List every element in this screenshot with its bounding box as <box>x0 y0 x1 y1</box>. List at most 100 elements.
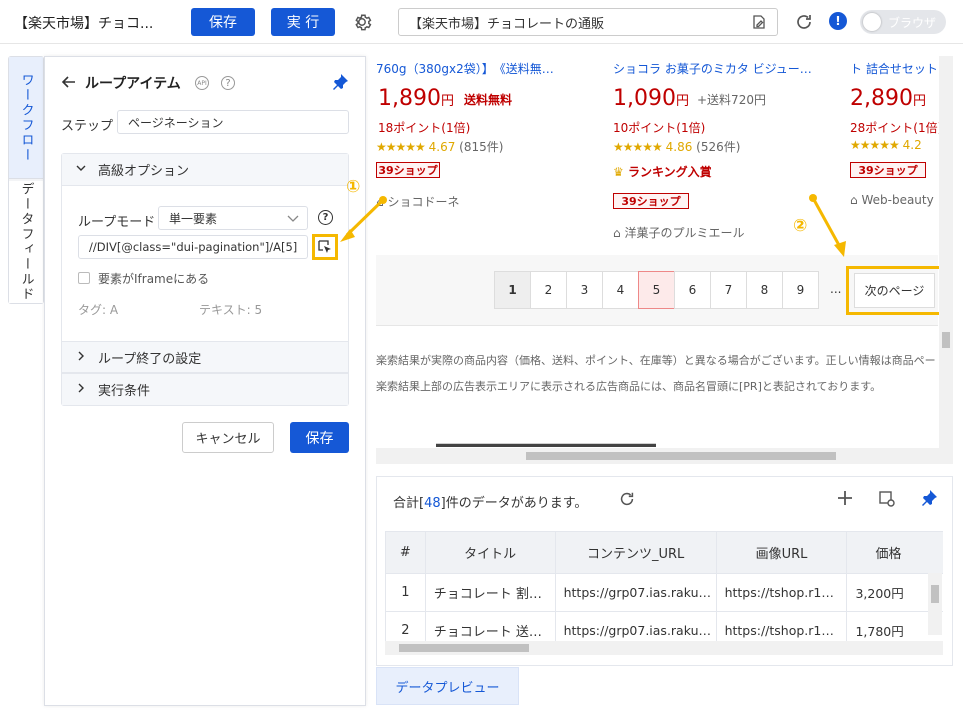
refresh-icon[interactable] <box>794 12 814 36</box>
table-vertical-scrollbar[interactable] <box>928 573 942 635</box>
field-settings-icon[interactable] <box>878 490 896 512</box>
panel-save-button[interactable]: 保存 <box>290 422 349 453</box>
shop-icon: ⌂ <box>613 226 621 240</box>
data-preview-tab[interactable]: データプレビュー <box>376 667 519 705</box>
page-link-6[interactable]: 6 <box>674 271 711 309</box>
exec-condition-label: 実行条件 <box>98 384 151 399</box>
shop-icon: ⌂ <box>850 193 858 207</box>
rating-row: ★★★★★ 4.2 <box>850 138 922 152</box>
back-arrow-icon[interactable] <box>61 74 77 94</box>
crown-icon: ♛ <box>613 165 624 179</box>
loop-mode-select[interactable]: 単一要素 <box>158 206 308 230</box>
refresh-data-icon[interactable] <box>618 490 636 512</box>
product-title[interactable]: 760g（380gx2袋）】 《送料無… <box>376 60 576 77</box>
data-table: # タイトル コンテンツ_URL 画像URL 価格 1 チョコレート 割… ht… <box>385 531 943 650</box>
column-header[interactable]: 画像URL <box>715 531 848 574</box>
table-horizontal-scrollbar[interactable] <box>385 641 943 655</box>
cut-off-heading <box>436 443 656 447</box>
table-cell: https://grp07.ias.raku… <box>554 573 717 612</box>
points-text: 28ポイント(1倍) <box>850 121 943 135</box>
element-picker-button[interactable] <box>312 234 338 260</box>
step-label: ステップ <box>61 119 114 134</box>
scroll-thumb[interactable] <box>942 332 950 348</box>
browser-toggle[interactable]: ブラウザ <box>860 10 946 34</box>
column-header[interactable]: タイトル <box>424 531 556 574</box>
page-link-9[interactable]: 9 <box>782 271 819 309</box>
table-row[interactable]: 1 チョコレート 割… https://grp07.ias.raku… http… <box>385 573 943 612</box>
page-link-2[interactable]: 2 <box>530 271 567 309</box>
tab-datafield[interactable]: データフィールド <box>9 181 43 303</box>
url-bar[interactable]: 【楽天市場】チョコレートの通販 <box>398 8 778 36</box>
page-link-7[interactable]: 7 <box>710 271 747 309</box>
star-rating-icon: ★★★★★ <box>850 138 900 152</box>
panel-title: ループアイテム <box>85 76 181 92</box>
xpath-input[interactable]: //DIV[@class="dui-pagination"]/A[5] <box>78 235 308 259</box>
loop-mode-value: 単一要素 <box>169 211 218 226</box>
table-cell: 1 <box>385 573 426 612</box>
notice-text: 楽索結果が実際の商品内容（価格、送料、ポイント、在庫等）と異なる場合がございます… <box>376 354 936 367</box>
pin-icon[interactable] <box>331 73 349 95</box>
shop-name[interactable]: ⌂ ショコドーネ <box>376 193 459 210</box>
data-summary: 合計[48]件のデータがあります。 <box>393 496 588 511</box>
exec-condition-header[interactable]: 実行条件 <box>62 373 348 405</box>
loop-end-settings-header[interactable]: ループ終了の設定 <box>62 341 348 373</box>
chevron-down-icon <box>287 213 299 227</box>
info-icon[interactable]: ! <box>829 12 847 30</box>
browser-vertical-scrollbar[interactable] <box>939 56 953 448</box>
text-info: テキスト: 5 <box>199 303 263 317</box>
api-icon[interactable]: API <box>195 76 209 90</box>
data-preview-panel: 合計[48]件のデータがあります。 # タイトル コンテンツ_URL 画像URL… <box>376 476 953 666</box>
run-button[interactable]: 実 行 <box>271 8 335 36</box>
shop-name[interactable]: ⌂ 洋菓子のプルミエール <box>613 224 744 241</box>
page-link-5[interactable]: 5 <box>638 271 675 309</box>
help-icon[interactable]: ? <box>221 76 235 90</box>
gear-icon[interactable] <box>351 11 373 33</box>
add-field-icon[interactable] <box>836 489 854 511</box>
notice-text: 楽索結果上部の広告表示エリアに表示される広告商品には、商品名冒頭に[PR]と表記… <box>376 380 882 393</box>
advanced-options-header[interactable]: 高級オプション <box>62 154 348 186</box>
page-link-8[interactable]: 8 <box>746 271 783 309</box>
column-header[interactable]: コンテンツ_URL <box>554 531 717 574</box>
loop-mode-label: ループモード <box>78 215 156 230</box>
product-title[interactable]: ショコラ お菓子のミカタ ビジュー… <box>613 60 819 77</box>
browser-horizontal-scrollbar[interactable] <box>376 448 953 464</box>
shop-badge: 39ショップ <box>376 162 440 178</box>
loop-item-panel: ループアイテム API ? ステップ ページネーション 高級オプション ループモ… <box>44 56 366 706</box>
pagination-ellipsis: ... <box>830 282 842 296</box>
chevron-down-icon <box>76 162 86 177</box>
callout-number-1: ① <box>346 177 361 197</box>
callout-number-2: ② <box>793 216 808 236</box>
product-price: 1,090円 <box>613 86 689 111</box>
column-header[interactable]: # <box>385 531 426 574</box>
product-title[interactable]: ト 詰合せセット <box>850 60 950 77</box>
next-page-button[interactable]: 次のページ <box>854 273 935 308</box>
shop-icon: ⌂ <box>376 195 384 209</box>
cursor-select-icon <box>318 240 331 253</box>
shop-name[interactable]: ⌂ Web-beauty <box>850 193 934 207</box>
advanced-options-section: 高級オプション ループモード 単一要素 ? //DIV[@class="dui-… <box>61 153 349 406</box>
tab-workflow[interactable]: ワークフロー <box>9 57 43 179</box>
product-price: 2,890円 <box>850 86 926 111</box>
save-button[interactable]: 保存 <box>191 8 255 36</box>
scroll-thumb[interactable] <box>526 452 836 460</box>
page-link-4[interactable]: 4 <box>602 271 639 309</box>
loop-mode-help-icon[interactable]: ? <box>318 210 333 225</box>
pin-icon[interactable] <box>920 489 938 511</box>
table-header-row: # タイトル コンテンツ_URL 画像URL 価格 <box>385 531 943 574</box>
advanced-options-label: 高級オプション <box>98 164 190 179</box>
column-header[interactable]: 価格 <box>846 531 943 574</box>
page-link-1[interactable]: 1 <box>494 271 531 309</box>
shop-badge: 39ショップ <box>613 193 689 209</box>
scroll-thumb[interactable] <box>931 585 939 603</box>
tag-info: タグ: A <box>78 303 119 317</box>
points-text: 18ポイント(1倍) <box>378 121 471 135</box>
scroll-thumb[interactable] <box>399 644 529 652</box>
star-rating-icon: ★★★★★ <box>376 140 426 154</box>
step-name-input[interactable]: ページネーション <box>117 110 349 134</box>
cancel-button[interactable]: キャンセル <box>182 422 274 453</box>
iframe-checkbox[interactable] <box>78 272 90 284</box>
edit-url-icon[interactable] <box>751 14 767 34</box>
loop-end-label: ループ終了の設定 <box>98 351 202 367</box>
page-link-3[interactable]: 3 <box>566 271 603 309</box>
iframe-label: 要素がIframeにある <box>98 272 210 286</box>
